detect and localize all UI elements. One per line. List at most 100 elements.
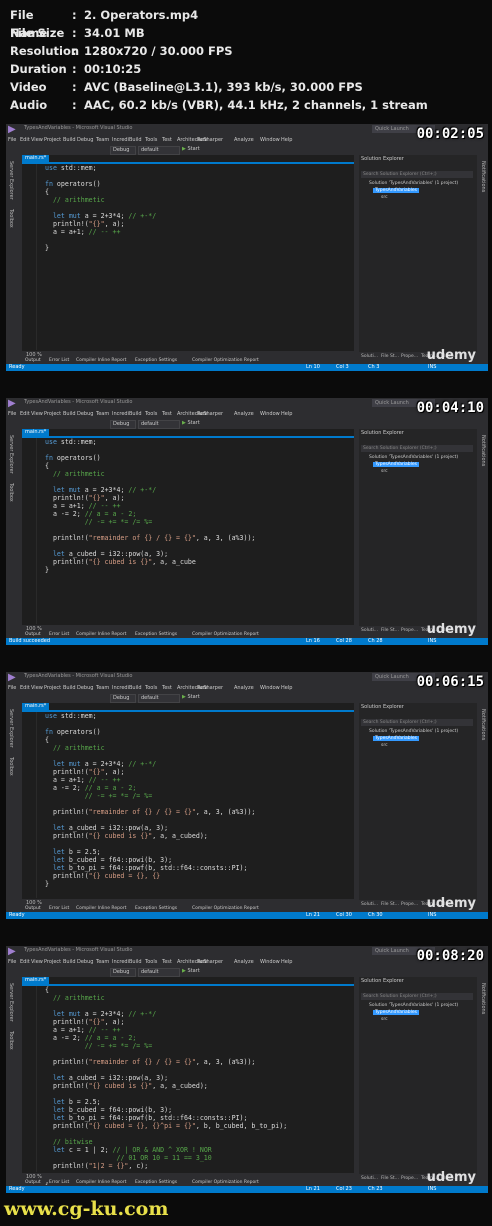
bottom-tab[interactable]: Error List xyxy=(49,632,69,637)
code-editor[interactable]: main.rs* { // arithmetic let mut a = 2+3… xyxy=(22,977,358,1186)
server-explorer-tab[interactable]: Server Explorer xyxy=(8,709,14,748)
solution-panel-tab[interactable]: File St... xyxy=(381,1176,399,1181)
solution-panel-tab[interactable]: Soluti... xyxy=(361,628,378,633)
platform-combo[interactable]: default xyxy=(138,420,180,429)
platform-combo[interactable]: default xyxy=(138,968,180,977)
menu-item-help[interactable]: Help xyxy=(281,137,292,143)
menu-item-test[interactable]: Test xyxy=(162,959,172,965)
project-item[interactable]: TypesAndVariables xyxy=(373,188,420,193)
bottom-tab[interactable]: Compiler Inline Report xyxy=(76,906,126,911)
bottom-tab[interactable]: Error List xyxy=(49,1180,69,1185)
menu-item-debug[interactable]: Debug xyxy=(77,959,93,965)
menu-item-build[interactable]: Build xyxy=(63,959,76,965)
start-button[interactable]: ▶ Start xyxy=(182,146,200,152)
notifications-tab[interactable]: Notifications xyxy=(480,435,486,466)
bottom-tab[interactable]: Compiler Optimization Report xyxy=(192,632,259,637)
solution-panel-tab[interactable]: File St... xyxy=(381,902,399,907)
menu-item-edit[interactable]: Edit xyxy=(20,411,30,417)
solution-panel-tab[interactable]: File St... xyxy=(381,354,399,359)
menu-item-edit[interactable]: Edit xyxy=(20,137,30,143)
menu-item-team[interactable]: Team xyxy=(96,685,109,691)
bottom-tab[interactable]: Exception Settings xyxy=(135,632,177,637)
solution-root-item[interactable]: Solution 'TypesAndVariables' (1 project) xyxy=(369,1003,458,1008)
code-text[interactable]: use std::mem; fn operators() { // arithm… xyxy=(45,712,255,888)
menu-item-team[interactable]: Team xyxy=(96,959,109,965)
menu-item-tools[interactable]: Tools xyxy=(145,685,157,691)
menu-item-project[interactable]: Project xyxy=(44,411,61,417)
menu-item-test[interactable]: Test xyxy=(162,411,172,417)
menu-item-analyze[interactable]: Analyze xyxy=(234,959,254,965)
project-item[interactable]: TypesAndVariables xyxy=(373,736,420,741)
bottom-tab[interactable]: Exception Settings xyxy=(135,358,177,363)
configuration-combo[interactable]: Debug xyxy=(110,146,136,155)
menu-item-resharper[interactable]: ReSharper xyxy=(197,137,223,143)
editor-tab-main-rs[interactable]: main.rs* xyxy=(22,155,50,162)
menu-item-project[interactable]: Project xyxy=(44,137,61,143)
start-button[interactable]: ▶ Start xyxy=(182,694,200,700)
solution-root-item[interactable]: Solution 'TypesAndVariables' (1 project) xyxy=(369,181,458,186)
bottom-tab[interactable]: Output xyxy=(25,632,41,637)
menu-item-edit[interactable]: Edit xyxy=(20,685,30,691)
menu-item-team[interactable]: Team xyxy=(96,137,109,143)
bottom-tab[interactable]: Exception Settings xyxy=(135,1180,177,1185)
menu-item-file[interactable]: File xyxy=(8,137,16,143)
menu-item-help[interactable]: Help xyxy=(281,411,292,417)
editor-tab-main-rs[interactable]: main.rs* xyxy=(22,703,50,710)
code-text[interactable]: use std::mem; fn operators() { // arithm… xyxy=(45,164,156,252)
solution-panel-tab[interactable]: Soluti... xyxy=(361,1176,378,1181)
solution-search-input[interactable]: Search Solution Explorer (Ctrl+;) xyxy=(361,719,473,726)
server-explorer-tab[interactable]: Server Explorer xyxy=(8,435,14,474)
menu-item-debug[interactable]: Debug xyxy=(77,137,93,143)
menu-item-incredibuild[interactable]: IncrediBuild xyxy=(112,411,142,417)
menu-item-view[interactable]: View xyxy=(31,685,43,691)
menu-item-build[interactable]: Build xyxy=(63,137,76,143)
bottom-tab[interactable]: Exception Settings xyxy=(135,906,177,911)
platform-combo[interactable]: default xyxy=(138,146,180,155)
solution-search-input[interactable]: Search Solution Explorer (Ctrl+;) xyxy=(361,445,473,452)
bottom-tab[interactable]: Compiler Inline Report xyxy=(76,1180,126,1185)
solution-panel-tab[interactable]: Prope... xyxy=(401,1176,418,1181)
platform-combo[interactable]: default xyxy=(138,694,180,703)
bottom-tab[interactable]: Compiler Inline Report xyxy=(76,632,126,637)
menu-item-file[interactable]: File xyxy=(8,959,16,965)
menu-item-resharper[interactable]: ReSharper xyxy=(197,411,223,417)
menu-item-view[interactable]: View xyxy=(31,137,43,143)
solution-search-input[interactable]: Search Solution Explorer (Ctrl+;) xyxy=(361,993,473,1000)
notifications-tab[interactable]: Notifications xyxy=(480,983,486,1014)
menu-item-window[interactable]: Window xyxy=(260,137,280,143)
menu-item-resharper[interactable]: ReSharper xyxy=(197,959,223,965)
src-folder-item[interactable]: src xyxy=(381,743,388,748)
menu-item-debug[interactable]: Debug xyxy=(77,411,93,417)
code-editor[interactable]: main.rs* use std::mem; fn operators() { … xyxy=(22,703,358,908)
menu-item-incredibuild[interactable]: IncrediBuild xyxy=(112,137,142,143)
menu-item-analyze[interactable]: Analyze xyxy=(234,685,254,691)
bottom-tab[interactable]: Compiler Inline Report xyxy=(76,358,126,363)
src-folder-item[interactable]: src xyxy=(381,469,388,474)
menu-item-project[interactable]: Project xyxy=(44,685,61,691)
menu-item-debug[interactable]: Debug xyxy=(77,685,93,691)
configuration-combo[interactable]: Debug xyxy=(110,968,136,977)
menu-item-analyze[interactable]: Analyze xyxy=(234,137,254,143)
configuration-combo[interactable]: Debug xyxy=(110,694,136,703)
project-item[interactable]: TypesAndVariables xyxy=(373,462,420,467)
menu-item-view[interactable]: View xyxy=(31,411,43,417)
editor-tab-main-rs[interactable]: main.rs* xyxy=(22,977,50,984)
start-button[interactable]: ▶ Start xyxy=(182,968,200,974)
menu-item-analyze[interactable]: Analyze xyxy=(234,411,254,417)
solution-root-item[interactable]: Solution 'TypesAndVariables' (1 project) xyxy=(369,729,458,734)
bottom-tab[interactable]: Output xyxy=(25,358,41,363)
code-editor[interactable]: main.rs* use std::mem; fn operators() { … xyxy=(22,155,358,360)
server-explorer-tab[interactable]: Server Explorer xyxy=(8,161,14,200)
menu-item-test[interactable]: Test xyxy=(162,137,172,143)
bottom-tab[interactable]: Error List xyxy=(49,358,69,363)
src-folder-item[interactable]: src xyxy=(381,1017,388,1022)
start-button[interactable]: ▶ Start xyxy=(182,420,200,426)
menu-item-build[interactable]: Build xyxy=(63,411,76,417)
menu-item-window[interactable]: Window xyxy=(260,685,280,691)
menu-item-edit[interactable]: Edit xyxy=(20,959,30,965)
menu-item-tools[interactable]: Tools xyxy=(145,411,157,417)
menu-item-project[interactable]: Project xyxy=(44,959,61,965)
code-text[interactable]: { // arithmetic let mut a = 2+3*4; // +-… xyxy=(45,986,287,1186)
project-item[interactable]: TypesAndVariables xyxy=(373,1010,420,1015)
menu-item-tools[interactable]: Tools xyxy=(145,959,157,965)
